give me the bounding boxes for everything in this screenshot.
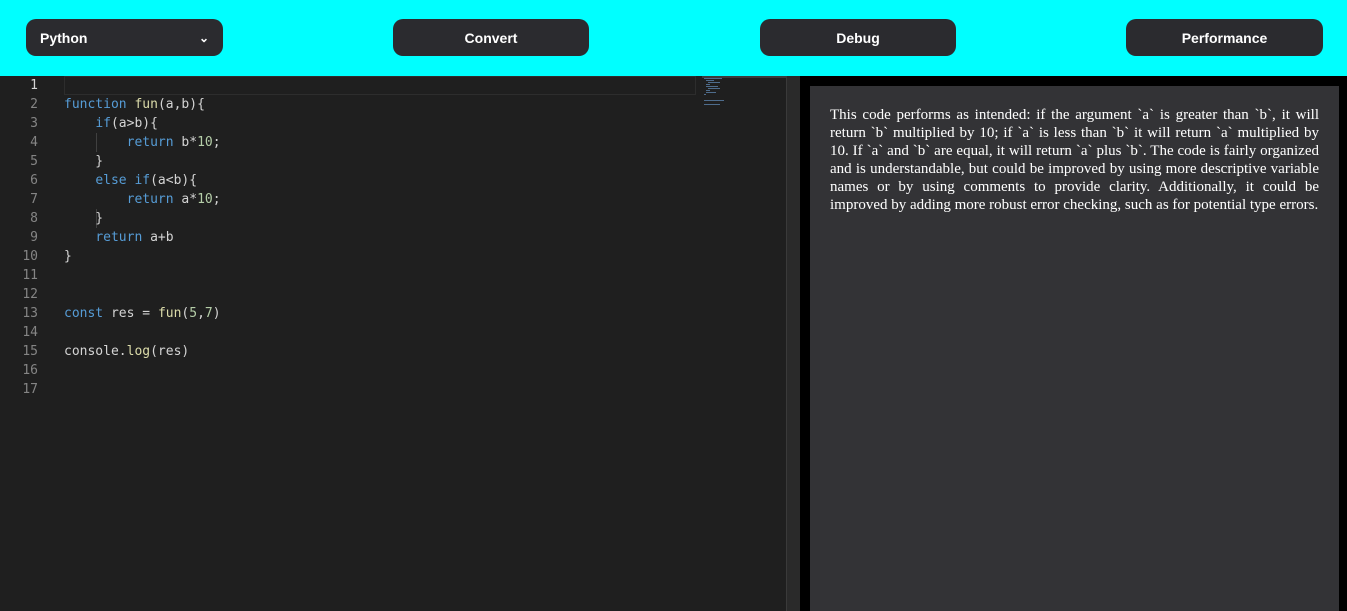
convert-button[interactable]: Convert: [393, 19, 589, 56]
line-number: 3: [30, 116, 38, 131]
line-number: 8: [30, 211, 38, 226]
line-number: 15: [22, 344, 38, 359]
performance-button-label: Performance: [1181, 29, 1268, 46]
code-line: if(a>b){: [95, 116, 158, 131]
line-number: 6: [30, 173, 38, 188]
line-number: 17: [22, 382, 38, 397]
line-number: 5: [30, 154, 38, 169]
code-line: function fun(a,b){: [64, 97, 205, 112]
code-line: return b*10;: [126, 135, 221, 150]
output-text: This code performs as intended: if the a…: [830, 107, 1319, 213]
output-panel: This code performs as intended: if the a…: [810, 86, 1339, 611]
performance-button[interactable]: Performance: [1126, 19, 1323, 56]
line-number: 10: [22, 249, 38, 264]
convert-button-label: Convert: [464, 29, 518, 46]
code-minimap[interactable]: [702, 76, 762, 116]
debug-button[interactable]: Debug: [760, 19, 956, 56]
line-number: 13: [22, 306, 38, 321]
top-toolbar: Python ⌄ Convert Debug Performance: [0, 0, 1347, 76]
code-line: }: [64, 249, 72, 264]
code-line: return a+b: [95, 230, 174, 245]
line-number: 4: [30, 135, 38, 150]
line-number: 12: [22, 287, 38, 302]
line-number: 1: [30, 78, 38, 93]
debug-button-label: Debug: [836, 29, 880, 46]
code-line: else if(a<b){: [95, 173, 198, 188]
line-number: 2: [30, 97, 38, 112]
code-line: }: [64, 154, 104, 169]
line-number: 7: [30, 192, 38, 207]
language-select-value: Python: [40, 29, 88, 46]
code-line: }: [64, 211, 104, 226]
code-line: console.log(res): [64, 344, 190, 359]
line-number: 16: [22, 363, 38, 378]
language-select[interactable]: Python ⌄: [26, 19, 223, 56]
code-line: const res = fun(5,7): [64, 306, 221, 321]
code-text-area[interactable]: function fun(a,b){ if(a>b){ return b*10;…: [64, 76, 696, 611]
vertical-scrollbar[interactable]: [786, 76, 800, 611]
code-editor[interactable]: 1 2 3 4 5 6 7 8 9 10 11 12 13 14 15 16 17 function fun(a…: [0, 76, 786, 611]
chevron-down-icon: ⌄: [198, 30, 209, 45]
current-line-highlight: [64, 76, 696, 95]
code-line: return a*10;: [126, 192, 221, 207]
line-number: 14: [22, 325, 38, 340]
line-number: 11: [22, 268, 38, 283]
line-number: 9: [30, 230, 38, 245]
line-number-gutter: 1 2 3 4 5 6 7 8 9 10 11 12 13 14 15 16 17: [0, 76, 50, 611]
